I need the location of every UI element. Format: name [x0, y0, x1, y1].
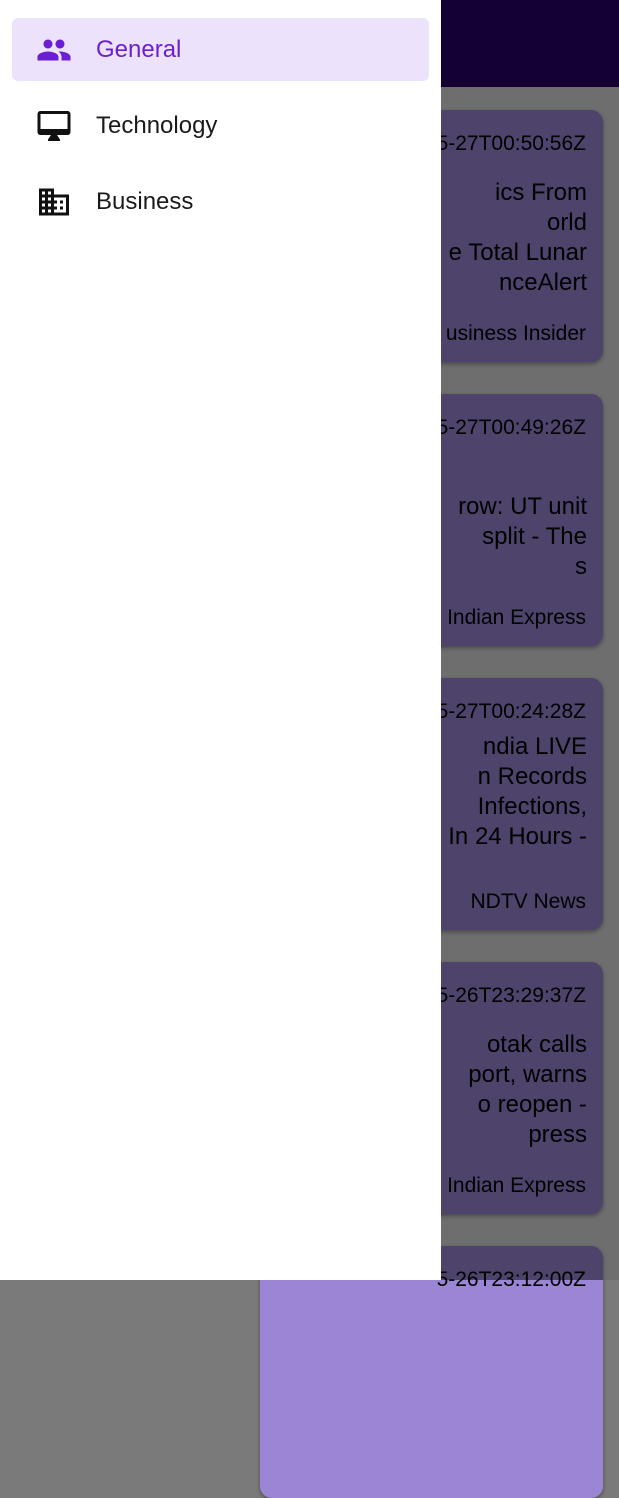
- desktop-icon: [37, 110, 71, 141]
- drawer-item-general[interactable]: General: [12, 18, 429, 81]
- drawer-item-label: General: [96, 35, 182, 63]
- drawer-item-label: Technology: [96, 111, 218, 139]
- building-icon: [39, 188, 69, 215]
- drawer-item-technology[interactable]: Technology: [12, 94, 429, 157]
- news-card[interactable]: 5-26T23:12:00Z: [260, 1246, 603, 1498]
- drawer-item-business[interactable]: Business: [12, 170, 429, 233]
- navigation-drawer: General Technology Business: [0, 0, 441, 1280]
- drawer-item-label: Business: [96, 187, 194, 215]
- people-icon: [37, 39, 71, 60]
